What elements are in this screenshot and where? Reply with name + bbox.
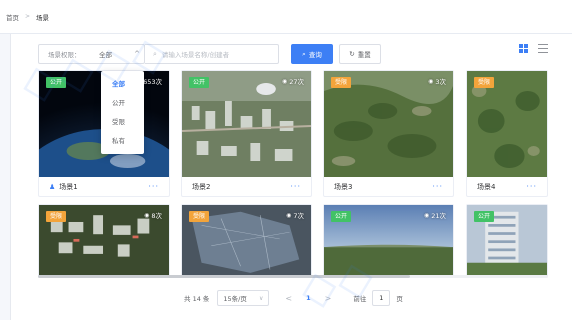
next-page-button[interactable]: > bbox=[325, 294, 332, 303]
eye-icon: ◉ bbox=[428, 77, 434, 85]
breadcrumb: 首页 > 场景 bbox=[0, 0, 572, 34]
chevron-up-icon: ^ bbox=[134, 50, 140, 58]
scene-card-footer: 场景4 ··· bbox=[467, 177, 547, 196]
permission-filter-select[interactable]: 场景权限： 全部 ^ bbox=[38, 44, 145, 64]
permission-option[interactable]: 受限 bbox=[101, 113, 144, 132]
permission-filter-label: 场景权限： bbox=[48, 51, 81, 59]
permission-filter-value: 全部 bbox=[99, 51, 112, 59]
scene-card[interactable]: 受限 场景4 ··· bbox=[466, 70, 548, 197]
goto-label: 前往 bbox=[353, 295, 367, 303]
prev-page-button[interactable]: < bbox=[285, 294, 292, 303]
horizontal-scrollbar[interactable] bbox=[38, 275, 410, 278]
page-size-select[interactable]: 15条/页 ∨ bbox=[217, 290, 270, 306]
scene-name: 场景2 bbox=[192, 182, 211, 191]
scene-thumbnail[interactable]: 公开 bbox=[467, 205, 547, 277]
permission-tag: 受限 bbox=[474, 77, 495, 88]
permission-tag: 公开 bbox=[46, 77, 67, 88]
page-number-current[interactable]: 1 bbox=[306, 294, 311, 302]
scene-thumbnail[interactable]: 受限 ◉ 8次 bbox=[39, 205, 169, 277]
permission-tag: 公开 bbox=[331, 211, 352, 222]
eye-icon: ◉ bbox=[281, 77, 288, 85]
breadcrumb-current: 场景 bbox=[36, 13, 50, 22]
view-count: ◉ 27次 bbox=[281, 77, 304, 87]
scene-thumbnail[interactable]: 受限 ◉ 3次 bbox=[324, 71, 453, 177]
goto-unit: 页 bbox=[396, 295, 403, 303]
list-view-icon[interactable] bbox=[538, 44, 548, 53]
view-count: ◉ 8次 bbox=[144, 211, 162, 221]
permission-tag: 受限 bbox=[331, 77, 352, 88]
permission-tag: 受限 bbox=[46, 211, 67, 222]
scene-card[interactable]: 公开 bbox=[466, 204, 548, 278]
permission-option[interactable]: 私有 bbox=[101, 132, 144, 151]
scene-name: 场景4 bbox=[477, 182, 496, 191]
permission-dropdown: 全部 公开 受限 私有 bbox=[101, 71, 144, 154]
scene-card[interactable]: 受限 ◉ 8次 bbox=[38, 204, 170, 278]
breadcrumb-home[interactable]: 首页 bbox=[6, 12, 19, 22]
more-icon[interactable]: ··· bbox=[526, 182, 537, 191]
permission-option[interactable]: 公开 bbox=[101, 94, 144, 113]
scene-thumbnail[interactable]: 受限 ◉ 7次 bbox=[182, 205, 311, 277]
scene-card[interactable]: 受限 ◉ 7次 bbox=[181, 204, 312, 278]
page-size-value: 15条/页 bbox=[223, 295, 247, 303]
refresh-icon: ↻ bbox=[349, 50, 355, 58]
scene-thumbnail[interactable]: 公开 ◉ 27次 bbox=[182, 71, 311, 177]
search-icon: ⌕ bbox=[153, 49, 157, 58]
scene-card[interactable]: 公开 ◉ 21次 bbox=[323, 204, 454, 278]
eye-icon: ◉ bbox=[286, 211, 292, 219]
grid-view-icon[interactable] bbox=[519, 44, 528, 53]
permission-tag: 受限 bbox=[189, 211, 210, 222]
scene-card-footer: 场景2 ··· bbox=[182, 177, 311, 196]
view-toggle bbox=[519, 44, 548, 53]
scene-name: 场景3 bbox=[334, 182, 353, 191]
scene-card[interactable]: 受限 ◉ 3次 场景3 ··· bbox=[323, 70, 454, 197]
view-count: ◉ 3次 bbox=[428, 77, 446, 87]
reset-button-label: 重置 bbox=[357, 51, 371, 59]
permission-option[interactable]: 全部 bbox=[101, 75, 144, 94]
more-icon[interactable]: ··· bbox=[432, 182, 443, 191]
view-count: ◉ 21次 bbox=[423, 211, 446, 221]
chevron-down-icon: ∨ bbox=[259, 294, 264, 302]
search-button[interactable]: ⌕ 查询 bbox=[291, 44, 333, 64]
eye-icon: ◉ bbox=[423, 211, 430, 219]
scene-card-footer: 场景3 ··· bbox=[324, 177, 453, 196]
search-icon: ⌕ bbox=[302, 49, 306, 58]
search-input[interactable]: ⌕ 请输入场景名称/创建者 bbox=[145, 44, 279, 64]
permission-tag: 公开 bbox=[474, 211, 495, 222]
goto-page-value: 1 bbox=[379, 294, 384, 302]
user-icon: ♟ bbox=[49, 182, 56, 191]
scene-thumbnail[interactable]: 受限 bbox=[467, 71, 547, 177]
more-icon[interactable]: ··· bbox=[148, 182, 159, 191]
more-icon[interactable]: ··· bbox=[290, 182, 301, 191]
goto-page-input[interactable]: 1 bbox=[372, 290, 391, 306]
scene-thumbnail[interactable]: 公开 ◉ 21次 bbox=[324, 205, 453, 277]
toolbar: 场景权限： 全部 ^ ⌕ 请输入场景名称/创建者 ⌕ 查询 ↻ 重置 bbox=[38, 44, 381, 64]
reset-button[interactable]: ↻ 重置 bbox=[339, 44, 381, 64]
search-placeholder: 请输入场景名称/创建者 bbox=[161, 51, 230, 59]
scene-card-footer: ♟ 场景1 ··· bbox=[39, 177, 169, 196]
pagination: 共 14 条 15条/页 ∨ < 1 > 前往 1 页 bbox=[184, 290, 403, 306]
scene-card[interactable]: 公开 ◉ 27次 场景2 ··· bbox=[181, 70, 312, 197]
eye-icon: ◉ bbox=[144, 211, 150, 219]
view-count: ◉ 7次 bbox=[286, 211, 304, 221]
breadcrumb-separator: > bbox=[25, 13, 31, 20]
pagination-total: 共 14 条 bbox=[184, 295, 210, 303]
permission-tag: 公开 bbox=[189, 77, 210, 88]
scene-name: 场景1 bbox=[59, 182, 78, 191]
search-button-label: 查询 bbox=[308, 51, 322, 59]
